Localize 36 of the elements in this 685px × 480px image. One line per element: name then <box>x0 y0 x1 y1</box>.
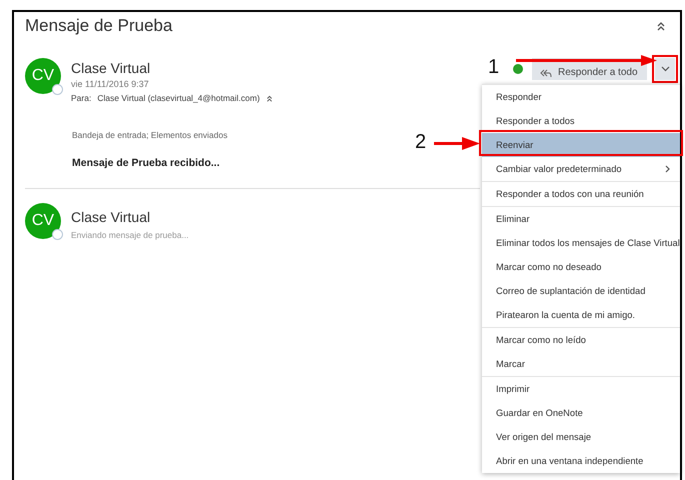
menu-item[interactable]: Cambiar valor predeterminado <box>482 157 680 181</box>
menu-item[interactable]: Piratearon la cuenta de mi amigo. <box>482 303 680 327</box>
message-preview: Enviando mensaje de prueba... <box>71 230 189 240</box>
menu-item[interactable]: Imprimir <box>482 377 680 401</box>
message-body: Mensaje de Prueba recibido... <box>72 157 220 169</box>
presence-icon <box>52 229 63 240</box>
menu-item[interactable]: Marcar <box>482 352 680 376</box>
menu-item[interactable]: Responder a todos <box>482 109 680 133</box>
message-date: vie 11/11/2016 9:37 <box>71 79 150 89</box>
menu-item[interactable]: Eliminar <box>482 207 680 231</box>
message-title: Mensaje de Prueba <box>25 16 172 36</box>
avatar: CV <box>25 203 61 239</box>
reply-all-icon <box>540 69 552 78</box>
collapse-icon[interactable] <box>656 21 666 31</box>
chevron-right-icon <box>665 165 670 173</box>
sender-name: Clase Virtual <box>71 60 152 76</box>
avatar: CV <box>25 58 61 94</box>
menu-item[interactable]: Marcar como no leído <box>482 328 680 352</box>
presence-icon <box>52 84 63 95</box>
menu-item[interactable]: Responder <box>482 85 680 109</box>
pointer-arrow <box>434 137 480 150</box>
chevron-down-icon <box>660 66 670 72</box>
recipient: Clase Virtual (clasevirtual_4@hotmail.com) <box>97 93 260 103</box>
to-label: Para: <box>71 93 92 103</box>
menu-item[interactable]: Eliminar todos los mensajes de Clase Virtual <box>482 231 680 255</box>
menu-item[interactable]: Responder a todos con una reunión <box>482 182 680 206</box>
menu-item[interactable]: Correo de suplantación de identidad <box>482 279 680 303</box>
menu-item[interactable]: Ver origen del mensaje <box>482 425 680 449</box>
dropdown-button[interactable] <box>655 58 675 80</box>
menu-item[interactable]: Reenviar <box>482 133 680 157</box>
step-number: 1 <box>488 56 500 79</box>
collapse-icon[interactable] <box>266 94 273 102</box>
menu-item[interactable]: Guardar en OneNote <box>482 401 680 425</box>
menu-item[interactable]: Abrir en una ventana independiente <box>482 449 680 473</box>
sender-name: Clase Virtual <box>71 209 152 225</box>
menu-item[interactable]: Marcar como no deseado <box>482 255 680 279</box>
